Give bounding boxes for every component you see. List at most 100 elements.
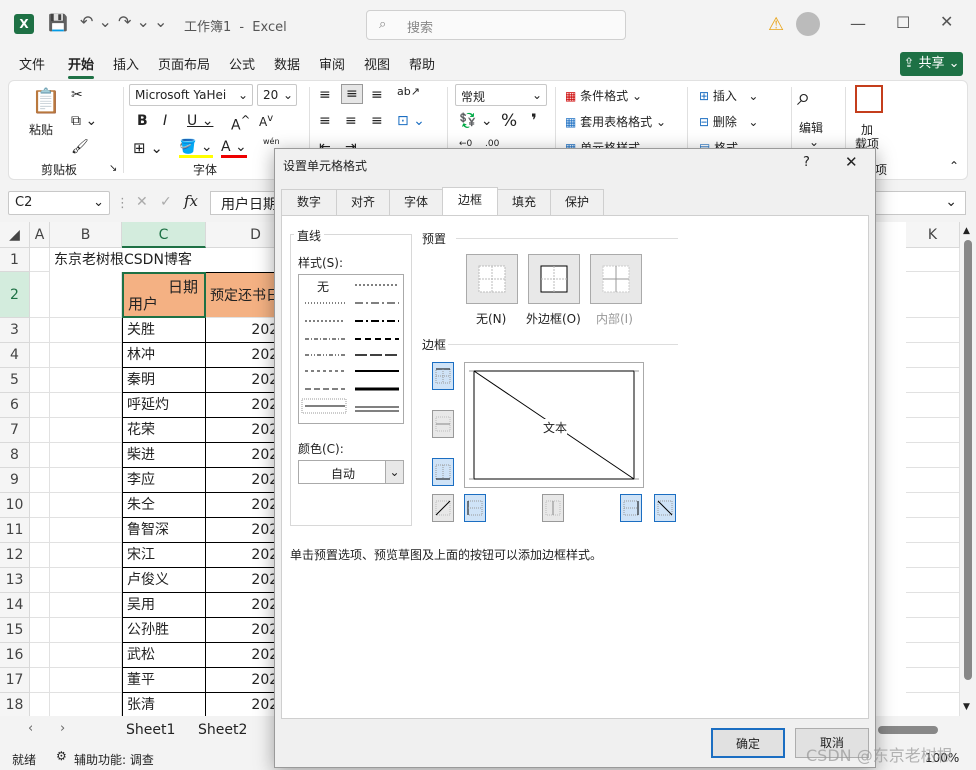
row-header[interactable]: 15 (0, 618, 30, 643)
empty-cell[interactable] (906, 368, 960, 393)
name-cell[interactable]: 武松 (122, 643, 206, 668)
preset-inside-button[interactable] (590, 254, 642, 304)
empty-cell[interactable] (30, 418, 50, 443)
empty-cell[interactable] (50, 618, 122, 643)
search-box[interactable]: ⌕ 搜索 (366, 10, 626, 40)
empty-cell[interactable] (906, 272, 960, 318)
currency-icon[interactable]: 💱 ⌄ (459, 113, 493, 129)
sheet-tab-2[interactable]: Sheet2 (198, 722, 247, 738)
tab-protection[interactable]: 保护 (550, 189, 604, 215)
preset-outline-button[interactable] (528, 254, 580, 304)
font-size-select[interactable]: 20 ⌄ (257, 84, 297, 106)
name-cell[interactable]: 林冲 (122, 343, 206, 368)
name-cell[interactable]: 鲁智深 (122, 518, 206, 543)
empty-cell[interactable] (50, 343, 122, 368)
row-header[interactable]: 14 (0, 593, 30, 618)
name-cell[interactable]: 呼延灼 (122, 393, 206, 418)
line-style-none[interactable]: 无 (317, 278, 329, 295)
paste-label[interactable]: 粘贴 (29, 121, 53, 138)
align-right-icon[interactable]: ≡ (371, 113, 383, 129)
empty-cell[interactable] (30, 668, 50, 693)
menu-help[interactable]: 帮助 (409, 54, 435, 73)
empty-cell[interactable] (30, 693, 50, 716)
number-format-select[interactable]: 常规 ⌄ (455, 84, 547, 106)
name-cell[interactable]: 公孙胜 (122, 618, 206, 643)
empty-cell[interactable] (906, 568, 960, 593)
empty-cell[interactable] (906, 668, 960, 693)
empty-cell[interactable] (30, 318, 50, 343)
menu-formulas[interactable]: 公式 (229, 54, 255, 73)
dialog-launcher-icon[interactable]: ↘ (109, 163, 117, 174)
name-cell[interactable]: 李应 (122, 468, 206, 493)
empty-cell[interactable] (50, 543, 122, 568)
sheet-title-cell[interactable]: 东京老树根CSDN博客 (50, 248, 210, 272)
menu-file[interactable]: 文件 (19, 54, 45, 73)
empty-cell[interactable] (906, 393, 960, 418)
preset-inside-label[interactable]: 内部(I) (596, 310, 633, 327)
maximize-button[interactable]: ☐ (896, 13, 910, 32)
header-cell-c2[interactable]: 日期 用户 (122, 272, 206, 318)
empty-cell[interactable] (906, 443, 960, 468)
empty-cell[interactable] (50, 318, 122, 343)
dialog-help-button[interactable]: ? (803, 155, 810, 170)
delete-cells-button[interactable]: ⊟ 删除 ⌄ (699, 113, 758, 130)
close-window-button[interactable]: ✕ (940, 12, 953, 31)
customize-icon[interactable]: ⌄ (154, 12, 167, 31)
column-header-c[interactable]: C (122, 222, 206, 248)
empty-cell[interactable] (906, 693, 960, 716)
empty-cell[interactable] (50, 568, 122, 593)
align-bottom-icon[interactable]: ≡ (371, 87, 383, 103)
format-painter-icon[interactable]: 🖌 (71, 139, 89, 155)
empty-cell[interactable] (30, 248, 50, 272)
scroll-down-icon[interactable]: ▼ (963, 702, 970, 712)
scrollbar-thumb[interactable] (964, 240, 972, 680)
name-cell[interactable]: 关胜 (122, 318, 206, 343)
border-left-button[interactable] (464, 494, 486, 522)
empty-cell[interactable] (906, 248, 960, 272)
empty-cell[interactable] (906, 493, 960, 518)
paste-icon[interactable]: 📋 (31, 87, 61, 115)
empty-cell[interactable] (50, 518, 122, 543)
empty-cell[interactable] (50, 668, 122, 693)
empty-cell[interactable] (906, 618, 960, 643)
editing-chevron-icon[interactable]: ⌄ (809, 135, 819, 149)
column-header-k[interactable]: K (906, 222, 960, 248)
border-center-button[interactable] (542, 494, 564, 522)
empty-cell[interactable] (30, 518, 50, 543)
vertical-scrollbar[interactable]: ▲ ▼ (960, 222, 976, 716)
empty-cell[interactable] (906, 418, 960, 443)
row-header[interactable]: 7 (0, 418, 30, 443)
decrease-font-icon[interactable]: Av (259, 113, 273, 129)
percent-icon[interactable]: % (501, 111, 517, 131)
border-diag-up-button[interactable] (432, 494, 454, 522)
border-right-button[interactable] (620, 494, 642, 522)
preset-none-button[interactable] (466, 254, 518, 304)
line-style-swatches[interactable] (299, 275, 403, 423)
empty-cell[interactable] (30, 393, 50, 418)
minimize-button[interactable]: — (850, 14, 866, 33)
align-left-icon[interactable]: ≡ (319, 113, 331, 129)
empty-cell[interactable] (30, 618, 50, 643)
border-middle-button[interactable] (432, 410, 454, 438)
conditional-format-button[interactable]: ▦ 条件格式 ⌄ (565, 87, 642, 104)
collapse-ribbon-icon[interactable]: ⌃ (949, 159, 959, 173)
orientation-icon[interactable]: ab↗ (397, 85, 420, 98)
empty-cell[interactable] (906, 543, 960, 568)
empty-cell[interactable] (30, 443, 50, 468)
empty-cell[interactable] (50, 593, 122, 618)
empty-cell[interactable] (906, 518, 960, 543)
fill-color-icon[interactable]: 🪣 ⌄ (179, 139, 213, 158)
border-preview[interactable]: 文本 (464, 362, 644, 488)
tab-font[interactable]: 字体 (389, 189, 443, 215)
phonetic-icon[interactable]: wén (263, 137, 280, 146)
empty-cell[interactable] (30, 593, 50, 618)
table-format-button[interactable]: ▦ 套用表格格式 ⌄ (565, 113, 666, 130)
align-middle-icon[interactable]: ≡ (341, 84, 363, 104)
insert-cells-button[interactable]: ⊞ 插入 ⌄ (699, 87, 758, 104)
align-center-icon[interactable]: ≡ (345, 113, 357, 129)
empty-cell[interactable] (50, 393, 122, 418)
select-all-corner[interactable]: ◢ (0, 222, 30, 248)
row-header[interactable]: 5 (0, 368, 30, 393)
warning-icon[interactable]: ⚠ (768, 14, 784, 35)
row-header[interactable]: 3 (0, 318, 30, 343)
